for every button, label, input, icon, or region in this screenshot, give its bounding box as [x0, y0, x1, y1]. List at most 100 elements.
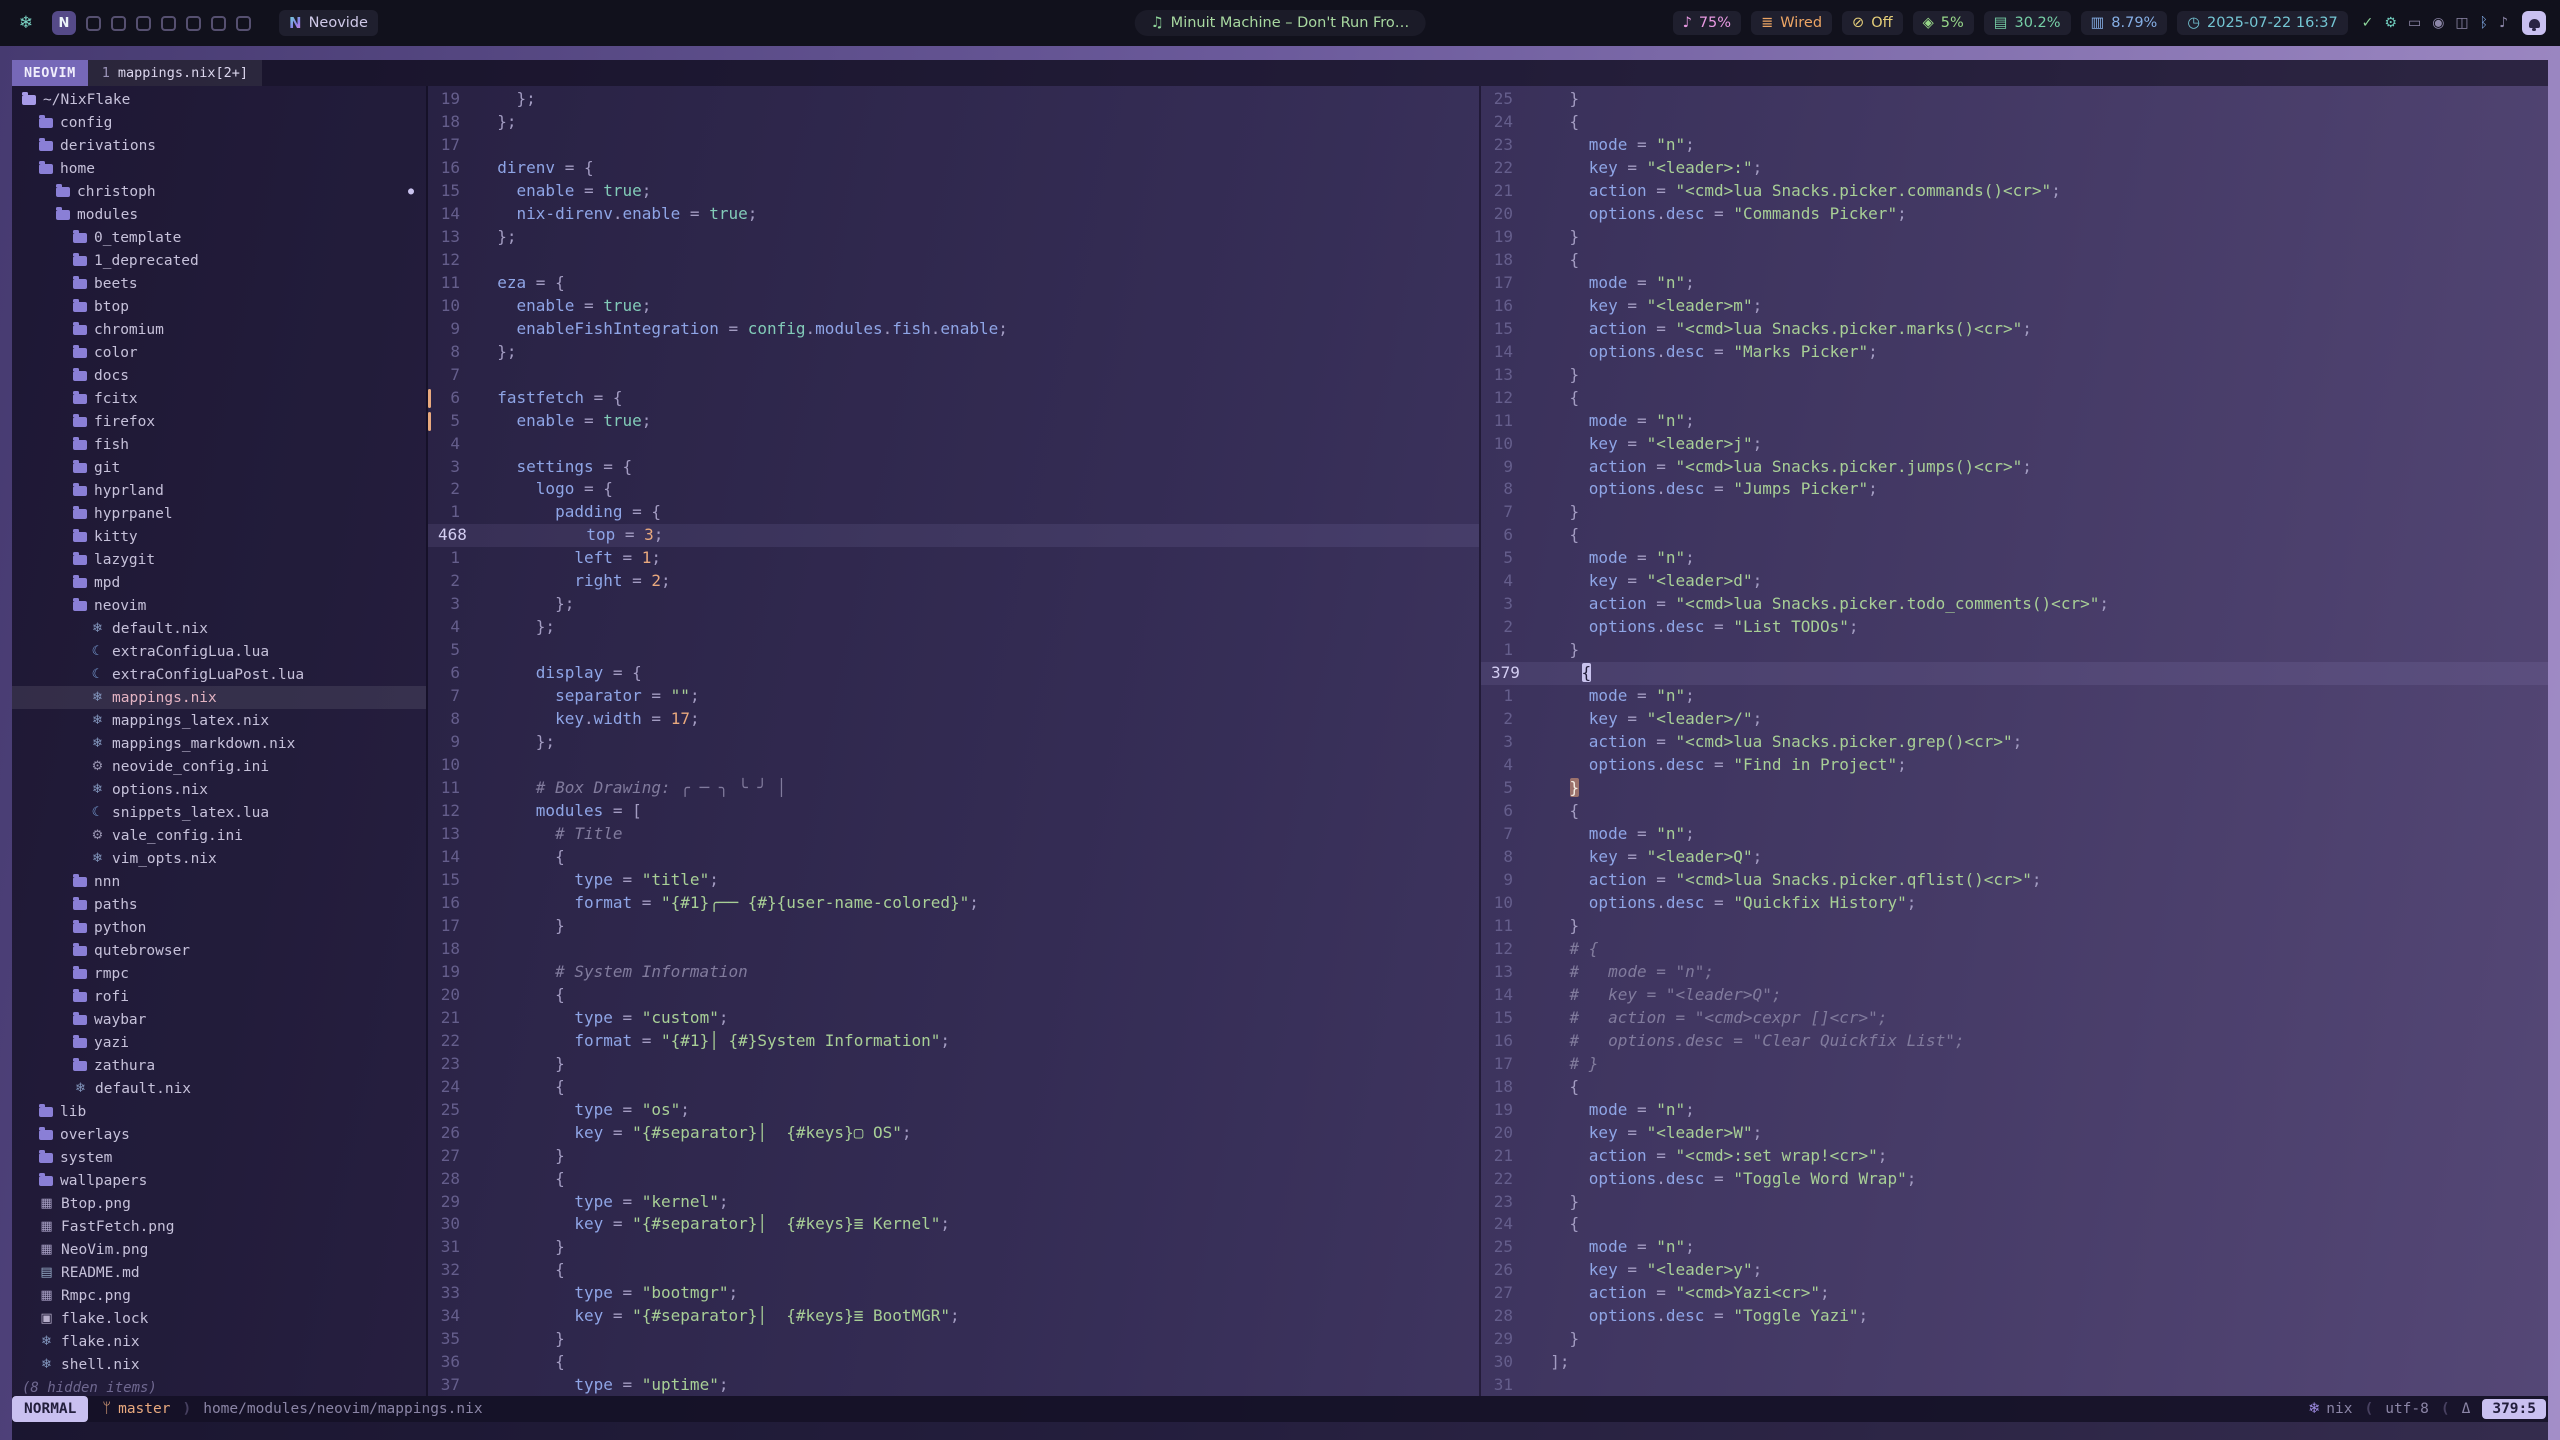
code-line[interactable]: 20 {: [428, 984, 1479, 1007]
code-line[interactable]: 6 display = {: [428, 662, 1479, 685]
code-line[interactable]: 22 key = "<leader>:";: [1481, 157, 2548, 180]
code-line[interactable]: 16 direnv = {: [428, 157, 1479, 180]
tree-item[interactable]: home: [12, 157, 426, 180]
file-explorer[interactable]: ~/NixFlakeconfigderivationshomechristoph…: [12, 86, 428, 1396]
code-line[interactable]: 7: [428, 364, 1479, 387]
tree-item[interactable]: config: [12, 111, 426, 134]
code-line[interactable]: 27 }: [428, 1145, 1479, 1168]
code-line[interactable]: 2 logo = {: [428, 478, 1479, 501]
code-line[interactable]: 15 # action = "<cmd>cexpr []<cr>";: [1481, 1007, 2548, 1030]
code-line[interactable]: 10: [428, 754, 1479, 777]
code-line[interactable]: 14 nix-direnv.enable = true;: [428, 203, 1479, 226]
tree-item[interactable]: mpd: [12, 571, 426, 594]
tree-item[interactable]: ⚙neovide_config.ini: [12, 755, 426, 778]
tree-item[interactable]: yazi: [12, 1031, 426, 1054]
tree-item[interactable]: ❄options.nix: [12, 778, 426, 801]
code-line[interactable]: 4 options.desc = "Find in Project";: [1481, 754, 2548, 777]
editor-pane-left[interactable]: 19 };18 };1716 direnv = {15 enable = tru…: [428, 86, 1481, 1396]
code-line[interactable]: 27 action = "<cmd>Yazi<cr>";: [1481, 1282, 2548, 1305]
code-line[interactable]: 2 key = "<leader>/";: [1481, 708, 2548, 731]
code-line[interactable]: 18 };: [428, 111, 1479, 134]
code-line[interactable]: 6 {: [1481, 524, 2548, 547]
code-line[interactable]: 12 # {: [1481, 938, 2548, 961]
disk-chip[interactable]: ▥8.79%: [2081, 11, 2168, 35]
cpu-chip[interactable]: ◈5%: [1913, 11, 1974, 35]
code-line[interactable]: 5 }: [1481, 777, 2548, 800]
tree-item[interactable]: firefox: [12, 410, 426, 433]
code-line[interactable]: 11 # Box Drawing: ╭ ─ ╮ ╰ ╯ │: [428, 777, 1479, 800]
tree-item[interactable]: docs: [12, 364, 426, 387]
tree-item[interactable]: 0_template: [12, 226, 426, 249]
code-line[interactable]: 23 }: [428, 1053, 1479, 1076]
display-tray-icon[interactable]: ▭: [2408, 15, 2421, 31]
code-line[interactable]: 468 top = 3;: [428, 524, 1479, 547]
code-line[interactable]: 35 }: [428, 1328, 1479, 1351]
code-line[interactable]: 16 # options.desc = "Clear Quickfix List…: [1481, 1030, 2548, 1053]
code-line[interactable]: 24 {: [428, 1076, 1479, 1099]
code-line[interactable]: 11 mode = "n";: [1481, 410, 2548, 433]
tree-item[interactable]: ▣flake.lock: [12, 1307, 426, 1330]
workspace-button[interactable]: [86, 16, 101, 31]
code-line[interactable]: 3 action = "<cmd>lua Snacks.picker.todo_…: [1481, 593, 2548, 616]
code-line[interactable]: 17 mode = "n";: [1481, 272, 2548, 295]
tree-item[interactable]: lazygit: [12, 548, 426, 571]
code-line[interactable]: 7 separator = "";: [428, 685, 1479, 708]
workspace-button[interactable]: [186, 16, 201, 31]
tree-item[interactable]: python: [12, 916, 426, 939]
launcher-icon[interactable]: ❄: [14, 13, 38, 33]
code-line[interactable]: 33 type = "bootmgr";: [428, 1282, 1479, 1305]
code-line[interactable]: 16 key = "<leader>m";: [1481, 295, 2548, 318]
tree-item[interactable]: nnn: [12, 870, 426, 893]
code-line[interactable]: 20 options.desc = "Commands Picker";: [1481, 203, 2548, 226]
tree-item[interactable]: ~/NixFlake: [12, 88, 426, 111]
code-line[interactable]: 21 type = "custom";: [428, 1007, 1479, 1030]
code-line[interactable]: 9 action = "<cmd>lua Snacks.picker.jumps…: [1481, 456, 2548, 479]
code-line[interactable]: 5: [428, 639, 1479, 662]
code-line[interactable]: 19 # System Information: [428, 961, 1479, 984]
clock-chip[interactable]: ◷2025-07-22 16:37: [2177, 11, 2347, 35]
code-line[interactable]: 5 mode = "n";: [1481, 547, 2548, 570]
command-line[interactable]: [12, 1422, 2548, 1440]
code-line[interactable]: 10 key = "<leader>j";: [1481, 433, 2548, 456]
code-line[interactable]: 8 key = "<leader>Q";: [1481, 846, 2548, 869]
code-line[interactable]: 13 };: [428, 226, 1479, 249]
code-line[interactable]: 13 }: [1481, 364, 2548, 387]
record-tray-icon[interactable]: ◉: [2432, 15, 2444, 31]
volume-chip[interactable]: ♪75%: [1673, 11, 1742, 35]
code-line[interactable]: 19 }: [1481, 226, 2548, 249]
tree-item[interactable]: kitty: [12, 525, 426, 548]
tree-item[interactable]: ⚙vale_config.ini: [12, 824, 426, 847]
tab-mappings-nix[interactable]: 1 mappings.nix[2+]: [88, 60, 262, 86]
tree-item[interactable]: ❄flake.nix: [12, 1330, 426, 1353]
code-line[interactable]: 14 # key = "<leader>Q";: [1481, 984, 2548, 1007]
tree-item[interactable]: rofi: [12, 985, 426, 1008]
code-line[interactable]: 31: [1481, 1374, 2548, 1396]
tools-tray-icon[interactable]: ⚙: [2384, 15, 2397, 31]
git-branch[interactable]: ᛘ master: [102, 1401, 170, 1417]
code-line[interactable]: 1 padding = {: [428, 501, 1479, 524]
tree-item[interactable]: neovim: [12, 594, 426, 617]
notifications-chip[interactable]: ⊘Off: [1842, 11, 1903, 35]
code-line[interactable]: 21 action = "<cmd>lua Snacks.picker.comm…: [1481, 180, 2548, 203]
code-line[interactable]: 36 {: [428, 1351, 1479, 1374]
code-line[interactable]: 8 key.width = 17;: [428, 708, 1479, 731]
code-line[interactable]: 24 {: [1481, 111, 2548, 134]
editor-pane-right[interactable]: 25 }24 {23 mode = "n";22 key = "<leader>…: [1481, 86, 2548, 1396]
code-line[interactable]: 17 # }: [1481, 1053, 2548, 1076]
tree-item[interactable]: zathura: [12, 1054, 426, 1077]
code-line[interactable]: 5 enable = true;: [428, 410, 1479, 433]
tree-item[interactable]: ❄mappings_markdown.nix: [12, 732, 426, 755]
code-line[interactable]: 29 }: [1481, 1328, 2548, 1351]
tree-item[interactable]: paths: [12, 893, 426, 916]
code-line[interactable]: 6 fastfetch = {: [428, 387, 1479, 410]
tree-item[interactable]: hyprpanel: [12, 502, 426, 525]
tree-item[interactable]: 1_deprecated: [12, 249, 426, 272]
tree-item[interactable]: wallpapers: [12, 1169, 426, 1192]
code-line[interactable]: 18 {: [1481, 249, 2548, 272]
tree-item[interactable]: ▦FastFetch.png: [12, 1215, 426, 1238]
tree-item[interactable]: ❄shell.nix: [12, 1353, 426, 1376]
code-line[interactable]: 8 };: [428, 341, 1479, 364]
code-line[interactable]: 21 action = "<cmd>:set wrap!<cr>";: [1481, 1145, 2548, 1168]
code-line[interactable]: 26 key = "{#separator}│ {#keys}▢ OS";: [428, 1122, 1479, 1145]
code-line[interactable]: 1 }: [1481, 639, 2548, 662]
